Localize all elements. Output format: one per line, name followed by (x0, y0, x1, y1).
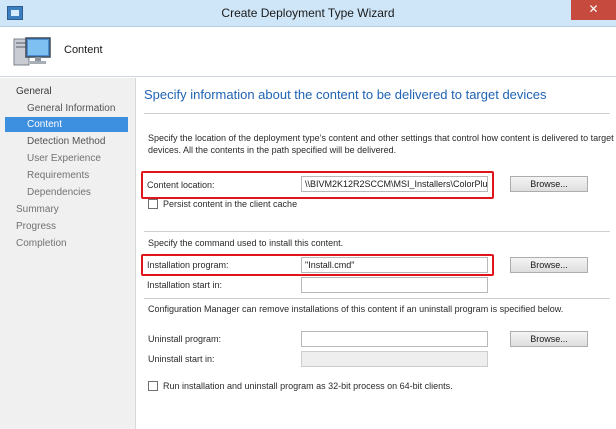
nav-item-detection-method[interactable]: Detection Method (27, 134, 105, 149)
heading-divider (144, 113, 610, 114)
section-divider-uninstall (144, 298, 610, 299)
persist-content-checkbox[interactable] (148, 199, 158, 209)
install-intro-text: Specify the command used to install this… (148, 238, 344, 248)
page-heading: Specify information about the content to… (144, 87, 547, 102)
content-location-browse-button[interactable]: Browse... (510, 176, 588, 192)
nav-item-general[interactable]: General (16, 84, 52, 99)
intro-text-line1: Specify the location of the deployment t… (148, 133, 614, 143)
nav-item-requirements[interactable]: Requirements (27, 168, 89, 183)
nav-item-dependencies[interactable]: Dependencies (27, 185, 91, 200)
nav-item-general-information[interactable]: General Information (27, 101, 115, 116)
nav-item-progress[interactable]: Progress (16, 219, 56, 234)
content-location-label: Content location: (147, 180, 215, 190)
intro-text-line2: devices. All the contents in the path sp… (148, 145, 397, 155)
window-title: Create Deployment Type Wizard (221, 6, 395, 20)
title-bar: Create Deployment Type Wizard ✕ (0, 0, 616, 27)
run-32bit-label: Run installation and uninstall program a… (163, 381, 453, 391)
uninstall-intro-text: Configuration Manager can remove install… (148, 304, 564, 314)
uninstall-program-browse-button[interactable]: Browse... (510, 331, 588, 347)
content-page: Specify information about the content to… (137, 78, 616, 429)
content-location-field[interactable]: \\BIVM2K12R2SCCM\MSI_Installers\ColorPlu… (301, 176, 488, 192)
uninstall-program-label: Uninstall program: (148, 334, 222, 344)
nav-item-completion[interactable]: Completion (16, 236, 67, 251)
installation-program-label: Installation program: (147, 260, 229, 270)
page-name: Content (64, 44, 103, 56)
installation-start-label: Installation start in: (147, 280, 223, 290)
close-button[interactable]: ✕ (571, 0, 616, 20)
nav-item-summary[interactable]: Summary (16, 202, 59, 217)
installation-program-browse-button[interactable]: Browse... (510, 257, 588, 273)
run-32bit-checkbox[interactable] (148, 381, 158, 391)
wizard-header: Content (0, 27, 616, 77)
computer-icon (13, 37, 51, 66)
nav-item-user-experience[interactable]: User Experience (27, 151, 101, 166)
uninstall-program-field[interactable] (301, 331, 488, 347)
section-divider-install (144, 231, 610, 232)
installation-program-field[interactable]: "Install.cmd" (301, 257, 488, 273)
uninstall-start-field[interactable] (301, 351, 488, 367)
wizard-nav: General General Information Content Dete… (0, 78, 136, 429)
installation-start-field[interactable] (301, 277, 488, 293)
uninstall-start-label: Uninstall start in: (148, 354, 215, 364)
nav-item-content[interactable]: Content (5, 117, 128, 132)
persist-content-label: Persist content in the client cache (163, 199, 298, 209)
